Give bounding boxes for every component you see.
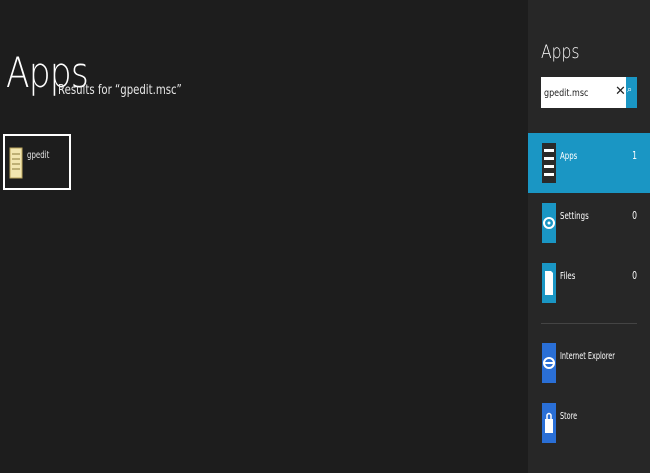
- search-box: ✕ ⌕: [541, 77, 637, 108]
- scope-settings[interactable]: Settings 0: [528, 193, 650, 253]
- store-icon: [542, 403, 556, 443]
- app-label: Internet Explorer: [560, 351, 615, 362]
- search-pane: Apps ✕ ⌕ Apps 1 Settings 0: [528, 0, 650, 473]
- app-label: Store: [560, 411, 578, 422]
- scope-label: Apps: [560, 151, 578, 162]
- scope-count: 1: [632, 149, 637, 162]
- scope-files[interactable]: Files 0: [528, 253, 650, 313]
- pane-title: Apps: [541, 41, 580, 63]
- settings-gear-icon: [542, 203, 556, 243]
- scope-label: Settings: [560, 211, 589, 222]
- pane-divider: [541, 323, 637, 324]
- results-area: Apps Results for “gpedit.msc” gpedit: [0, 0, 528, 473]
- scope-apps[interactable]: Apps 1: [528, 133, 650, 193]
- files-icon: [542, 263, 556, 303]
- results-subtitle: Results for “gpedit.msc”: [58, 83, 182, 98]
- scope-count: 0: [632, 269, 637, 282]
- start-search-screen: Apps Results for “gpedit.msc” gpedit App…: [0, 0, 650, 473]
- scope-count: 0: [632, 209, 637, 222]
- app-internet-explorer[interactable]: Internet Explorer: [528, 343, 650, 393]
- scope-label: Files: [560, 271, 576, 282]
- gpedit-icon: [9, 147, 23, 179]
- close-icon[interactable]: ✕: [615, 83, 626, 101]
- result-tile-gpedit[interactable]: gpedit: [3, 134, 71, 190]
- apps-icon: [542, 143, 556, 183]
- search-icon[interactable]: ⌕: [626, 77, 637, 108]
- result-tile-label: gpedit: [27, 150, 50, 161]
- internet-explorer-icon: [542, 343, 556, 383]
- search-input[interactable]: [544, 85, 600, 101]
- app-store[interactable]: Store: [528, 403, 650, 453]
